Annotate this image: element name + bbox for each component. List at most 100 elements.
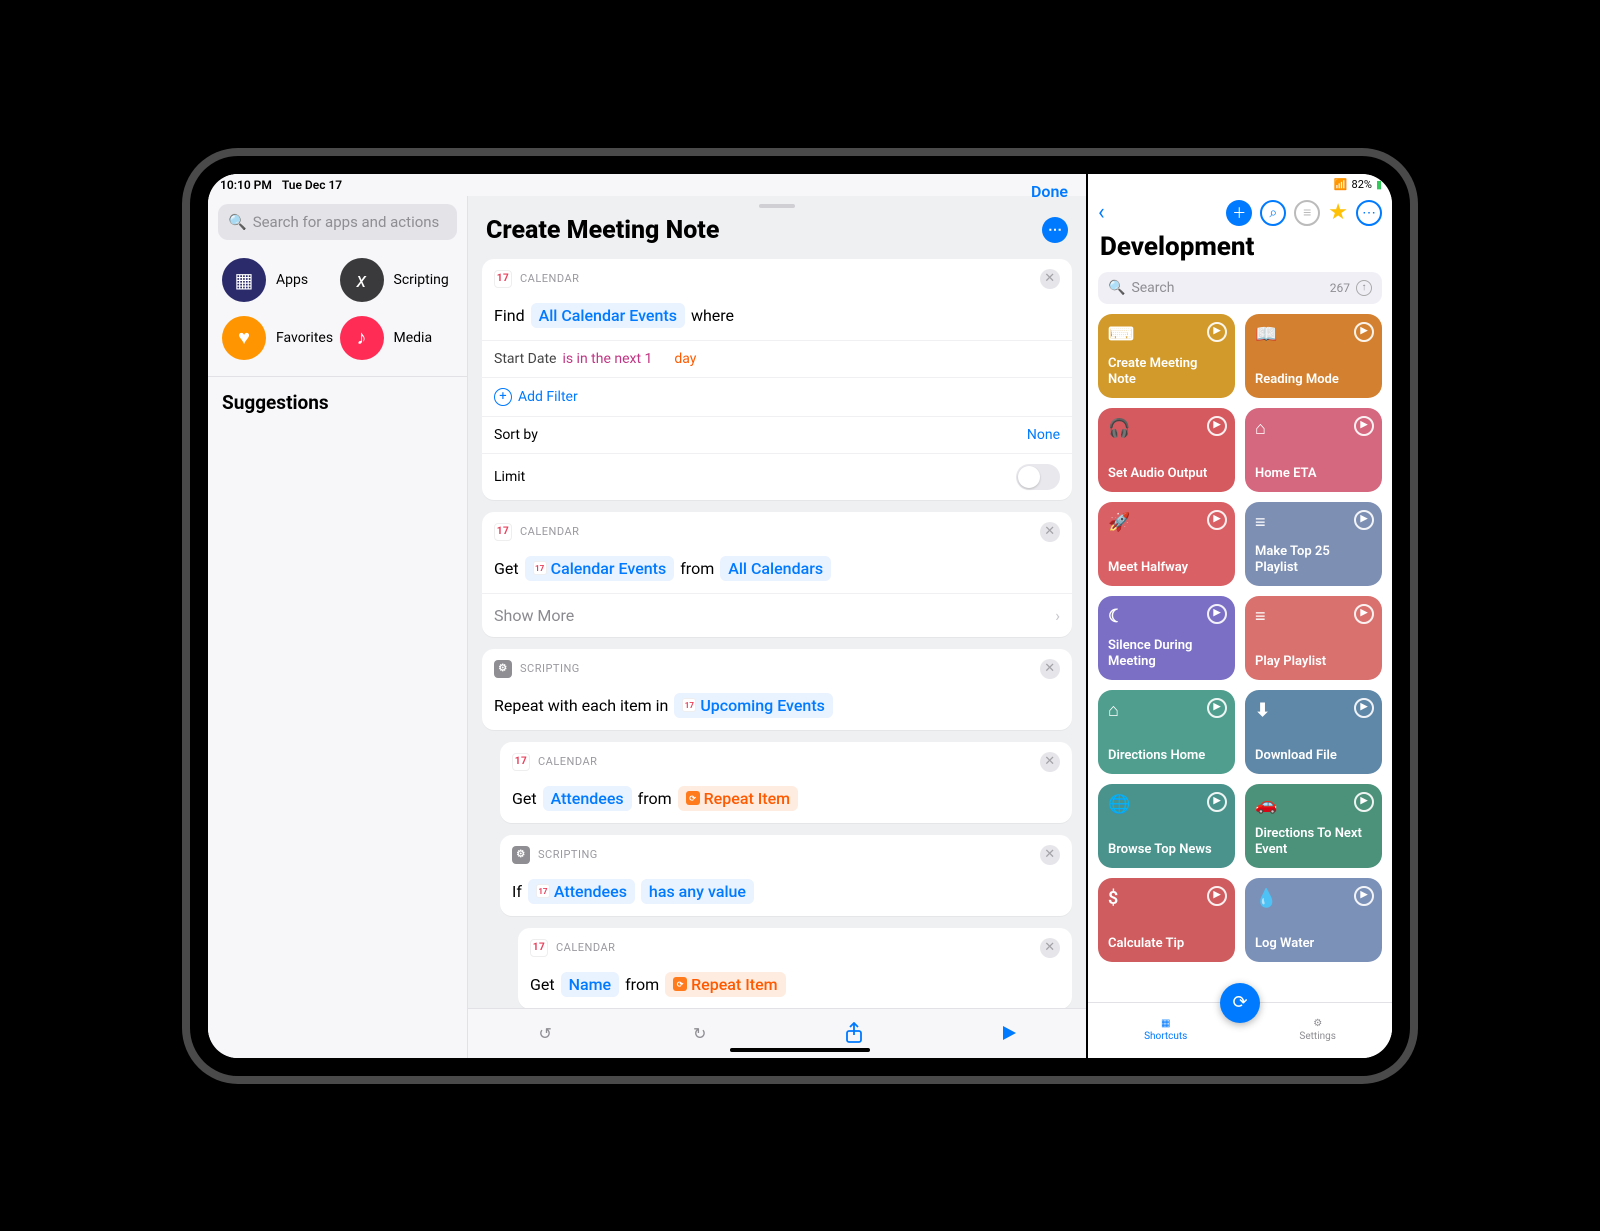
limit-row[interactable]: Limit <box>482 453 1072 500</box>
favorite-icon[interactable]: ★ <box>1328 200 1348 225</box>
shortcut-tile[interactable]: ⌨▶Create Meeting Note <box>1098 314 1235 398</box>
scripting-icon: ⚙ <box>494 660 512 678</box>
delete-action-button[interactable]: ✕ <box>1040 752 1060 772</box>
run-tile-button[interactable]: ▶ <box>1354 510 1374 530</box>
run-tile-button[interactable]: ▶ <box>1207 886 1227 906</box>
delete-action-button[interactable]: ✕ <box>1040 269 1060 289</box>
run-tile-button[interactable]: ▶ <box>1354 416 1374 436</box>
token-attendees[interactable]: Attendees <box>543 786 632 811</box>
delete-action-button[interactable]: ✕ <box>1040 522 1060 542</box>
shortcut-tile[interactable]: ☾▶Silence During Meeting <box>1098 596 1235 680</box>
undo-button[interactable]: ↺ <box>533 1021 557 1045</box>
shortcut-tile[interactable]: 🚀▶Meet Halfway <box>1098 502 1235 586</box>
run-tile-button[interactable]: ▶ <box>1207 510 1227 530</box>
category-favorites[interactable]: ♥ Favorites <box>222 316 336 360</box>
shortcut-tile[interactable]: 📖▶Reading Mode <box>1245 314 1382 398</box>
more-button[interactable]: ⋯ <box>1042 217 1068 243</box>
token-attendees-var[interactable]: 17Attendees <box>528 879 635 904</box>
heart-icon: ♥ <box>238 325 250 350</box>
run-tile-button[interactable]: ▶ <box>1354 698 1374 718</box>
search-button[interactable]: ⌕ <box>1260 200 1286 226</box>
action-get-name[interactable]: 17 CALENDAR ✕ Get Name from ⟳Repeat Item <box>518 928 1072 1008</box>
token-name[interactable]: Name <box>561 972 619 997</box>
scroll-top-button[interactable]: ↑ <box>1356 280 1372 296</box>
shortcut-tile[interactable]: ⌂▶Directions Home <box>1098 690 1235 774</box>
tab-settings[interactable]: ⚙ Settings <box>1299 1018 1336 1042</box>
delete-action-button[interactable]: ✕ <box>1040 938 1060 958</box>
run-tile-button[interactable]: ▶ <box>1354 322 1374 342</box>
run-tile-button[interactable]: ▶ <box>1207 698 1227 718</box>
token-calendar-events[interactable]: 17Calendar Events <box>525 556 675 581</box>
action-get-attendees[interactable]: 17 CALENDAR ✕ Get Attendees from ⟳Repeat… <box>500 742 1072 823</box>
shortcut-tile[interactable]: 🎧▶Set Audio Output <box>1098 408 1235 492</box>
show-more-button[interactable]: Show More › <box>482 593 1072 637</box>
filter-row[interactable]: Start Date is in the next 1 day <box>482 340 1072 377</box>
shortcut-tile[interactable]: $▶Calculate Tip <box>1098 878 1235 962</box>
sort-by-row[interactable]: Sort by None <box>482 416 1072 453</box>
filter-button[interactable]: ≡ <box>1294 200 1320 226</box>
run-tile-button[interactable]: ▶ <box>1207 792 1227 812</box>
search-placeholder: Search for apps and actions <box>253 213 440 231</box>
category-media[interactable]: ♪ Media <box>340 316 454 360</box>
share-button[interactable] <box>842 1021 866 1045</box>
redo-button[interactable]: ↻ <box>688 1021 712 1045</box>
result-count: 267 <box>1330 281 1350 295</box>
add-filter-button[interactable]: + Add Filter <box>482 377 1072 416</box>
suggestions-header: Suggestions <box>208 377 467 428</box>
shortcut-editor: Create Meeting Note ⋯ Done 17 CALENDAR ✕ <box>468 196 1086 1058</box>
run-tile-button[interactable]: ▶ <box>1354 792 1374 812</box>
tile-label: Home ETA <box>1255 466 1372 482</box>
limit-toggle[interactable] <box>1016 464 1060 490</box>
delete-action-button[interactable]: ✕ <box>1040 845 1060 865</box>
shortcut-tile[interactable]: 💧▶Log Water <box>1245 878 1382 962</box>
action-get-calendar-events[interactable]: 17 CALENDAR ✕ Get 17Calendar Events from… <box>482 512 1072 637</box>
home-indicator[interactable] <box>730 1048 870 1052</box>
run-tile-button[interactable]: ▶ <box>1207 322 1227 342</box>
run-tile-button[interactable]: ▶ <box>1354 604 1374 624</box>
tile-label: Create Meeting Note <box>1108 356 1225 387</box>
shortcut-tile[interactable]: ≡▶Play Playlist <box>1245 596 1382 680</box>
battery-percent: 82% <box>1352 178 1372 191</box>
token-repeat-item[interactable]: ⟳Repeat Item <box>678 786 799 811</box>
shortcut-tile[interactable]: ⬇▶Download File <box>1245 690 1382 774</box>
run-tile-button[interactable]: ▶ <box>1354 886 1374 906</box>
tab-shortcuts[interactable]: ▦ Shortcuts <box>1144 1018 1187 1042</box>
category-apps[interactable]: ▦ Apps <box>222 258 336 302</box>
shortcut-tile[interactable]: 🚗▶Directions To Next Event <box>1245 784 1382 868</box>
scripting-icon: x <box>357 268 367 292</box>
token-all-calendar-events[interactable]: All Calendar Events <box>531 303 685 328</box>
library-search[interactable]: 🔍 Search 267 ↑ <box>1098 272 1382 304</box>
category-scripting[interactable]: x Scripting <box>340 258 454 302</box>
token-repeat-item[interactable]: ⟳Repeat Item <box>665 972 786 997</box>
gear-icon: ⚙ <box>1313 1018 1322 1029</box>
shortcut-tile[interactable]: 🌐▶Browse Top News <box>1098 784 1235 868</box>
search-input[interactable]: 🔍 Search for apps and actions <box>218 204 457 240</box>
sheet-grabber[interactable] <box>759 204 795 208</box>
action-if[interactable]: ⚙ SCRIPTING ✕ If 17Attendees has any val… <box>500 835 1072 916</box>
status-bar: 10:10 PM Tue Dec 17 <box>208 174 1086 196</box>
done-button[interactable]: Done <box>1031 182 1068 201</box>
wifi-icon: 📶 <box>1334 178 1348 191</box>
more-button[interactable]: ⋯ <box>1356 200 1382 226</box>
shortcut-tile[interactable]: ⌂▶Home ETA <box>1245 408 1382 492</box>
token-condition[interactable]: has any value <box>641 879 754 904</box>
add-shortcut-button[interactable]: ＋ <box>1226 200 1252 226</box>
collection-title: Development <box>1088 232 1392 268</box>
tab-bar: ⟳ ▦ Shortcuts ⚙ Settings <box>1088 1002 1392 1058</box>
shortcut-tile[interactable]: ≡▶Make Top 25 Playlist <box>1245 502 1382 586</box>
apps-icon: ▦ <box>235 268 254 292</box>
run-tile-button[interactable]: ▶ <box>1207 416 1227 436</box>
sync-button[interactable]: ⟳ <box>1220 983 1260 1023</box>
token-all-calendars[interactable]: All Calendars <box>720 556 831 581</box>
action-find-calendar-events[interactable]: 17 CALENDAR ✕ Find All Calendar Events w… <box>482 259 1072 500</box>
tile-label: Silence During Meeting <box>1108 638 1225 669</box>
tile-label: Directions To Next Event <box>1255 826 1372 857</box>
status-time: 10:10 PM <box>220 178 272 192</box>
calendar-icon: 17 <box>494 523 512 541</box>
run-tile-button[interactable]: ▶ <box>1207 604 1227 624</box>
token-upcoming-events[interactable]: 17Upcoming Events <box>674 693 833 718</box>
delete-action-button[interactable]: ✕ <box>1040 659 1060 679</box>
action-repeat[interactable]: ⚙ SCRIPTING ✕ Repeat with each item in 1… <box>482 649 1072 730</box>
back-button[interactable]: ‹ <box>1098 200 1105 225</box>
run-button[interactable] <box>997 1021 1021 1045</box>
